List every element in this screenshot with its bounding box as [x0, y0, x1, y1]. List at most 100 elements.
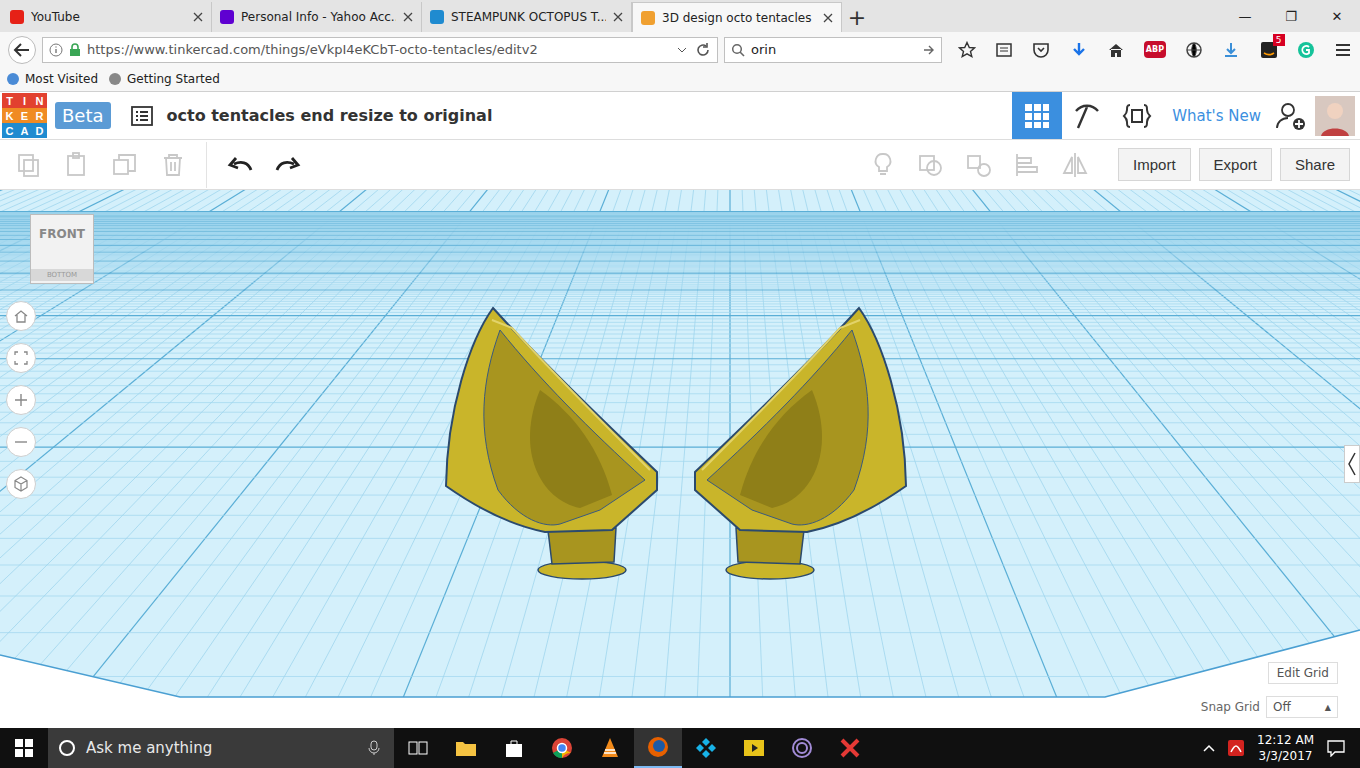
collapse-panel-button[interactable]	[1344, 445, 1360, 483]
bookmark[interactable]: Most Visited	[6, 72, 98, 86]
bookmark-star-icon[interactable]	[958, 41, 976, 59]
reading-list-icon[interactable]	[995, 41, 1013, 59]
copy-icon	[16, 152, 42, 178]
app-header: TINKERCADBetaocto tentacles end resize t…	[0, 92, 1360, 140]
zoom-in-button[interactable]	[6, 385, 36, 415]
redo-button[interactable]	[269, 146, 307, 184]
back-button[interactable]	[8, 36, 36, 64]
workplane-canvas[interactable]: FRONT BOTTOM Edit Grid Snap Grid Off▲	[0, 190, 1360, 728]
back-arrow-icon	[13, 41, 31, 59]
vlc-app[interactable]	[586, 728, 634, 768]
close-tab-icon[interactable]	[193, 12, 203, 22]
window-control[interactable]: ✕	[1314, 0, 1360, 32]
add-user-icon[interactable]	[1275, 100, 1307, 132]
menu-icon[interactable]	[1334, 41, 1352, 59]
avatar-photo-icon	[1315, 96, 1355, 136]
view-cube[interactable]: FRONT BOTTOM	[30, 214, 94, 284]
search-field[interactable]: orin	[724, 37, 942, 63]
fit-icon	[13, 350, 29, 366]
close-tab-icon[interactable]	[403, 12, 413, 22]
action-button[interactable]: Export	[1199, 148, 1272, 181]
tor-app[interactable]	[778, 728, 826, 768]
new-tab-button[interactable]: +	[842, 2, 872, 32]
align-button[interactable]	[1008, 146, 1046, 184]
close-tab-icon[interactable]	[823, 13, 833, 23]
zoom-out-button[interactable]	[6, 427, 36, 457]
notifications-icon[interactable]	[1326, 739, 1346, 757]
start-button[interactable]	[0, 728, 48, 768]
explorer-app[interactable]	[442, 728, 490, 768]
window-control[interactable]: —	[1222, 0, 1268, 32]
acrobat-icon[interactable]	[1227, 739, 1245, 757]
url-field[interactable]: https://www.tinkercad.com/things/eVkpI4e…	[42, 37, 718, 63]
adblock-button[interactable]: ABP	[1144, 41, 1166, 58]
snap-grid-label: Snap Grid	[1201, 700, 1260, 714]
close-tab-icon[interactable]	[613, 12, 623, 22]
chrome-app[interactable]	[538, 728, 586, 768]
tentacle-shape[interactable]	[695, 308, 906, 579]
view-cube-front[interactable]: FRONT	[39, 227, 85, 241]
favicon-icon	[430, 10, 444, 24]
amazon-button[interactable]: 5	[1260, 41, 1278, 59]
grid-view-button[interactable]	[1012, 92, 1062, 139]
group-button[interactable]	[912, 146, 950, 184]
snap-grid-select[interactable]: Off▲	[1266, 696, 1338, 718]
favicon-icon	[220, 10, 234, 24]
globe-icon[interactable]	[1185, 41, 1203, 59]
user-avatar[interactable]	[1315, 96, 1355, 136]
tinkercad-logo[interactable]: TINKERCAD	[2, 93, 47, 138]
copy-button[interactable]	[10, 146, 48, 184]
view-cube-bottom[interactable]: BOTTOM	[31, 269, 93, 281]
tentacle-shape[interactable]	[446, 308, 657, 579]
workplane-grid[interactable]	[0, 190, 1360, 728]
go-arrow-icon[interactable]	[923, 44, 935, 56]
microphone-icon[interactable]	[368, 740, 380, 756]
duplicate-button[interactable]	[106, 146, 144, 184]
ungroup-button[interactable]	[960, 146, 998, 184]
cortana-search[interactable]: Ask me anything	[48, 728, 394, 768]
media-app[interactable]	[730, 728, 778, 768]
clock[interactable]: 12:12 AM3/3/2017	[1257, 732, 1314, 764]
delete-button[interactable]	[154, 146, 192, 184]
action-button[interactable]: Import	[1118, 148, 1191, 181]
perspective-button[interactable]	[6, 469, 36, 499]
fit-view-button[interactable]	[6, 343, 36, 373]
code-view-button[interactable]	[1112, 92, 1162, 139]
bookmark[interactable]: Getting Started	[108, 72, 220, 86]
window-control[interactable]: ❐	[1268, 0, 1314, 32]
pocket-icon[interactable]	[1032, 41, 1050, 59]
mirror-button[interactable]	[1056, 146, 1094, 184]
undo-button[interactable]	[221, 146, 259, 184]
build-view-button[interactable]	[1062, 92, 1112, 139]
browser-tab[interactable]: STEAMPUNK OCTOPUS T...	[422, 2, 632, 32]
browser-tab[interactable]: Personal Info - Yahoo Acc...	[212, 2, 422, 32]
browser-tab[interactable]: YouTube	[2, 2, 212, 32]
home-view-button[interactable]	[6, 301, 36, 331]
tray-arrow-icon[interactable]	[1203, 743, 1215, 753]
design-list-icon[interactable]	[131, 106, 153, 126]
firefox-app[interactable]	[634, 728, 682, 768]
delete-icon	[160, 152, 186, 178]
grammarly-icon[interactable]	[1297, 41, 1315, 59]
downloads-icon[interactable]	[1222, 41, 1240, 59]
xmind-app[interactable]	[826, 728, 874, 768]
bookmark-icon	[6, 72, 20, 86]
whats-new-link[interactable]: What's New	[1172, 107, 1261, 125]
design-title[interactable]: octo tentacles end resize to original	[167, 106, 493, 125]
task-view-button[interactable]	[394, 728, 442, 768]
home-icon[interactable]	[1107, 41, 1125, 59]
light-button[interactable]	[864, 146, 902, 184]
store-app[interactable]	[490, 728, 538, 768]
logo-letter: E	[17, 108, 32, 123]
edit-grid-button[interactable]: Edit Grid	[1268, 662, 1338, 684]
logo-letter: N	[32, 93, 47, 108]
action-button[interactable]: Share	[1280, 148, 1350, 181]
kodi-app[interactable]	[682, 728, 730, 768]
download-icon[interactable]	[1070, 41, 1088, 59]
redo-icon	[275, 154, 301, 176]
reload-icon[interactable]	[695, 42, 711, 58]
paste-button[interactable]	[58, 146, 96, 184]
dropdown-icon[interactable]	[675, 43, 689, 57]
favicon-icon	[641, 11, 655, 25]
browser-tab[interactable]: 3D design octo tentacles | ...	[632, 2, 842, 32]
